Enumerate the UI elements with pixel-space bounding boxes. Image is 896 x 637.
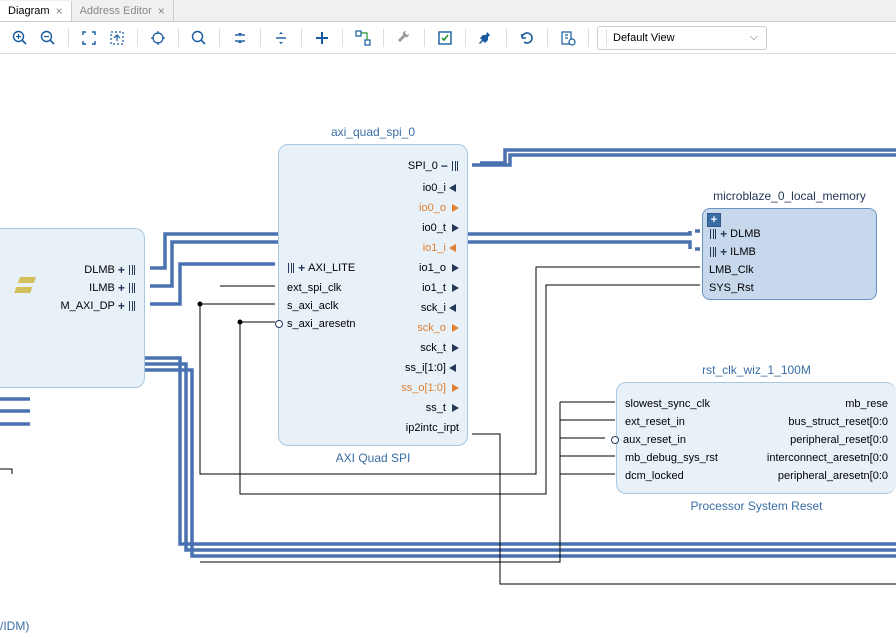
port-slowest-sync-clk[interactable]: slowest_sync_clk <box>625 395 710 413</box>
port-io0-i[interactable]: io0_i <box>423 179 459 197</box>
chip-icon <box>14 277 38 295</box>
block-title: microblaze_0_local_memory <box>703 189 876 203</box>
view-selector-label: Default View <box>613 32 675 44</box>
target-icon[interactable] <box>146 26 170 50</box>
port-ext-reset-in[interactable]: ext_reset_in <box>625 413 685 431</box>
port-ip2intc-irpt[interactable]: ip2intc_irpt <box>406 419 459 437</box>
port-m-axi-dp[interactable]: M_AXI_DP + <box>60 297 136 315</box>
port-sck-i[interactable]: sck_i <box>421 299 459 317</box>
port-dcm-locked[interactable]: dcm_locked <box>625 467 684 485</box>
footer-label: /IDM) <box>0 619 29 633</box>
port-lmb-clk[interactable]: LMB_Clk <box>709 261 754 279</box>
port-io1-o[interactable]: io1_o <box>419 259 459 277</box>
ip-block-rst-clk-wiz[interactable]: rst_clk_wiz_1_100M Processor System Rese… <box>616 382 896 494</box>
block-title: rst_clk_wiz_1_100M <box>617 363 896 377</box>
pin-icon[interactable] <box>474 26 498 50</box>
port-sck-t[interactable]: sck_t <box>420 339 459 357</box>
port-ss-i[interactable]: ss_i[1:0] <box>405 359 459 377</box>
port-dlmb[interactable]: + DLMB <box>709 225 761 243</box>
port-ext-spi-clk[interactable]: ext_spi_clk <box>287 279 341 297</box>
wrench-icon[interactable] <box>392 26 416 50</box>
validate-icon[interactable] <box>433 26 457 50</box>
port-s-axi-aclk[interactable]: s_axi_aclk <box>287 297 338 315</box>
port-spi-0[interactable]: SPI_0 − <box>408 157 459 175</box>
block-title: axi_quad_spi_0 <box>279 125 467 139</box>
port-io0-t[interactable]: io0_t <box>422 219 459 237</box>
ip-block-local-memory[interactable]: microblaze_0_local_memory + + DLMB + ILM… <box>702 208 877 300</box>
settings-icon[interactable] <box>556 26 580 50</box>
block-caption: Processor System Reset <box>617 499 896 513</box>
close-icon[interactable]: × <box>158 4 165 18</box>
tab-diagram[interactable]: Diagram × <box>0 1 72 21</box>
ip-block-axi-quad-spi[interactable]: axi_quad_spi_0 AXI Quad SPI + AXI_LITE e… <box>278 144 468 446</box>
port-dlmb[interactable]: DLMB + <box>84 261 136 279</box>
port-interconnect-aresetn[interactable]: interconnect_aresetn[0:0 <box>767 449 888 467</box>
view-selector[interactable]: Default View ⌵ <box>597 26 767 50</box>
port-peripheral-aresetn[interactable]: peripheral_aresetn[0:0 <box>778 467 888 485</box>
port-ss-t[interactable]: ss_t <box>426 399 459 417</box>
zoom-select-icon[interactable] <box>105 26 129 50</box>
zoom-fit-icon[interactable] <box>77 26 101 50</box>
port-ilmb[interactable]: + ILMB <box>709 243 756 261</box>
port-io1-t[interactable]: io1_t <box>422 279 459 297</box>
refresh-icon[interactable] <box>515 26 539 50</box>
port-ss-o[interactable]: ss_o[1:0] <box>401 379 459 397</box>
port-mb-debug-sys-rst[interactable]: mb_debug_sys_rst <box>625 449 718 467</box>
ip-block-microblaze-stub[interactable]: DLMB + ILMB + M_AXI_DP + <box>0 228 145 388</box>
port-io1-i[interactable]: io1_i <box>423 239 459 257</box>
port-peripheral-reset[interactable]: peripheral_reset[0:0 <box>790 431 888 449</box>
search-icon[interactable] <box>187 26 211 50</box>
port-ilmb[interactable]: ILMB + <box>89 279 136 297</box>
port-sys-rst[interactable]: SYS_Rst <box>709 279 754 297</box>
port-aux-reset-in[interactable]: aux_reset_in <box>625 431 686 449</box>
toolbar: Default View ⌵ <box>0 22 896 54</box>
tab-bar: Diagram × Address Editor × <box>0 0 896 22</box>
port-axi-lite[interactable]: + AXI_LITE <box>287 259 355 277</box>
add-icon[interactable] <box>310 26 334 50</box>
close-icon[interactable]: × <box>56 4 63 18</box>
port-io0-o[interactable]: io0_o <box>419 199 459 217</box>
port-mb-reset[interactable]: mb_rese <box>845 395 888 413</box>
port-s-axi-aresetn[interactable]: s_axi_aresetn <box>287 315 356 333</box>
expand-icon[interactable] <box>269 26 293 50</box>
tab-label: Address Editor <box>80 5 152 17</box>
block-caption: AXI Quad SPI <box>279 451 467 465</box>
collapse-icon[interactable] <box>228 26 252 50</box>
chevron-down-icon: ⌵ <box>750 31 758 44</box>
port-bus-struct-reset[interactable]: bus_struct_reset[0:0 <box>788 413 888 431</box>
diagram-canvas[interactable]: DLMB + ILMB + M_AXI_DP + axi_quad_spi_0 … <box>0 54 896 637</box>
port-sck-o[interactable]: sck_o <box>417 319 459 337</box>
connect-icon[interactable] <box>351 26 375 50</box>
zoom-in-icon[interactable] <box>8 26 32 50</box>
tab-label: Diagram <box>8 5 50 17</box>
tab-address-editor[interactable]: Address Editor × <box>72 1 174 21</box>
zoom-out-icon[interactable] <box>36 26 60 50</box>
